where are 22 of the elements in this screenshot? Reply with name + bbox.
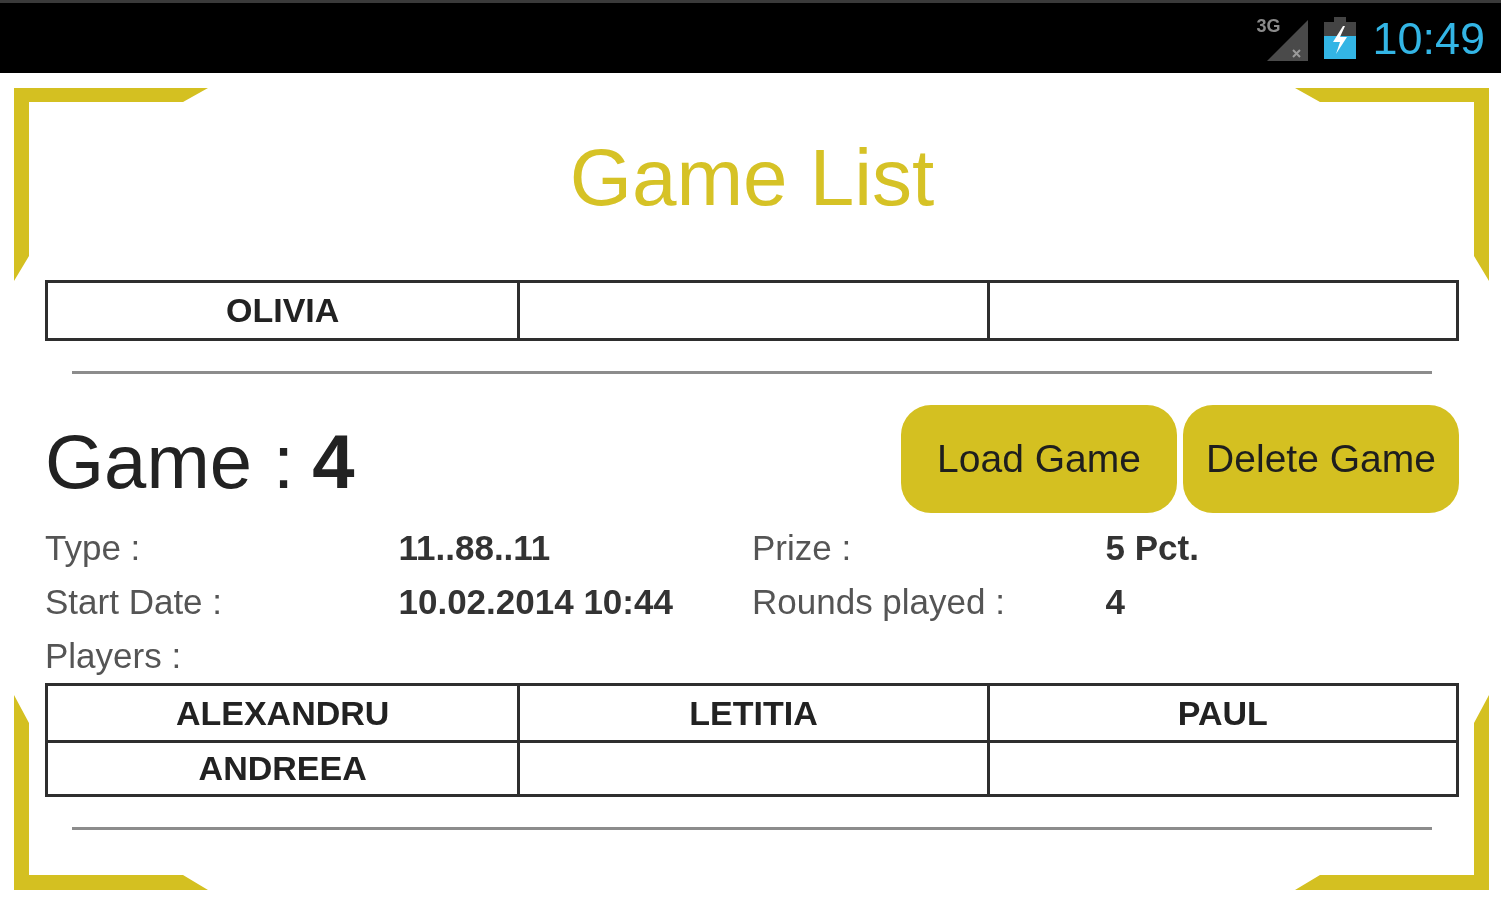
detail-value: 5 Pct.: [1105, 526, 1200, 569]
game-label: Game :: [45, 424, 295, 500]
network-type-label: 3G: [1256, 15, 1281, 37]
detail-value: 4: [1105, 580, 1126, 623]
action-button[interactable]: Load Game: [901, 405, 1177, 513]
detail-label: Type :: [45, 526, 142, 569]
charging-battery-icon: [1324, 17, 1357, 59]
detail-label: Prize :: [752, 526, 853, 569]
name-cell: LETITIA: [517, 686, 987, 740]
detail-label: Start Date :: [45, 580, 224, 623]
name-cell: PAUL: [986, 686, 1456, 740]
action-button[interactable]: Delete Game: [1183, 405, 1459, 513]
name-cell-text: OLIVIA: [225, 290, 341, 331]
detail-value: 11..88..11: [398, 526, 552, 569]
name-cell-text: ALEXANDRU: [174, 692, 391, 734]
clock-time: 10:49: [1372, 15, 1485, 61]
name-cell: ANDREEA: [48, 740, 518, 794]
page-title: Game List: [569, 134, 935, 222]
detail-label: Rounds played :: [752, 580, 1006, 623]
detail-value: 10.02.2014 10:44: [398, 580, 674, 623]
players-label: Players :: [45, 634, 183, 677]
game-number: 4: [312, 424, 355, 500]
